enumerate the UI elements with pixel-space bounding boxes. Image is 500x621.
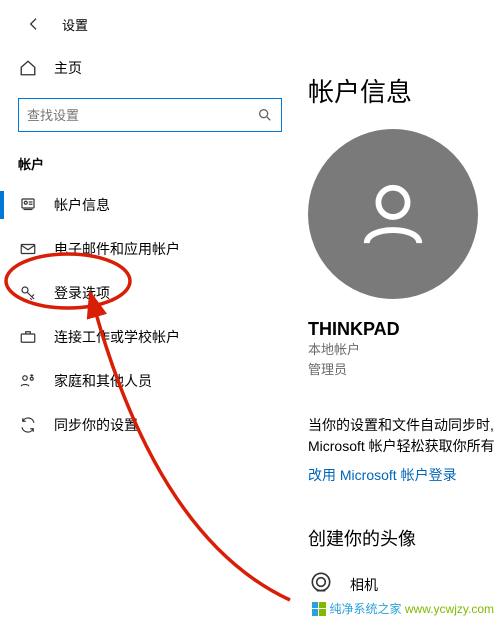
page-title: 帐户信息	[308, 72, 500, 109]
home-icon	[18, 59, 38, 77]
home-label: 主页	[54, 58, 82, 78]
sidebar: 主页 帐户 帐户信息电子邮件和应用帐户登录选项连接工作或学校帐户家庭和其他人员同…	[0, 48, 300, 600]
camera-label: 相机	[350, 575, 378, 595]
arrow-left-icon	[26, 16, 42, 32]
sidebar-item-label: 家庭和其他人员	[54, 371, 152, 391]
ms-signin-link[interactable]: 改用 Microsoft 帐户登录	[308, 465, 500, 485]
watermark: 纯净系统之家 www.ycwjzy.com	[312, 600, 494, 617]
account-info-icon	[18, 196, 38, 214]
sidebar-item-label: 帐户信息	[54, 195, 110, 215]
search-input[interactable]	[27, 108, 257, 123]
watermark-brand: 纯净系统之家 www.ycwjzy.com	[330, 600, 494, 617]
camera-icon	[308, 569, 334, 600]
watermark-logo-icon	[312, 602, 326, 616]
work-school-icon	[18, 328, 38, 346]
sidebar-item-email-accounts[interactable]: 电子邮件和应用帐户	[0, 227, 300, 271]
family-icon	[18, 372, 38, 390]
sidebar-item-signin-options[interactable]: 登录选项	[0, 271, 300, 315]
sidebar-item-label: 登录选项	[54, 283, 110, 303]
avatar-section-title: 创建你的头像	[308, 525, 500, 551]
search-box[interactable]	[18, 98, 282, 132]
sidebar-item-sync[interactable]: 同步你的设置	[0, 403, 300, 447]
settings-title: 设置	[62, 15, 88, 34]
sidebar-item-family[interactable]: 家庭和其他人员	[0, 359, 300, 403]
sidebar-item-label: 同步你的设置	[54, 415, 138, 435]
account-role: 管理员	[308, 360, 500, 380]
sidebar-item-label: 电子邮件和应用帐户	[54, 239, 180, 259]
email-accounts-icon	[18, 240, 38, 258]
content-pane: 帐户信息 THINKPAD 本地帐户 管理员 当你的设置和文件自动同步时, Mi…	[300, 48, 500, 600]
sidebar-item-label: 连接工作或学校帐户	[54, 327, 180, 347]
search-icon	[257, 107, 273, 123]
section-title: 帐户	[0, 140, 300, 183]
avatar	[308, 129, 478, 299]
home-nav[interactable]: 主页	[0, 48, 300, 88]
account-type: 本地帐户	[308, 340, 500, 360]
signin-options-icon	[18, 284, 38, 302]
back-button[interactable]	[18, 8, 50, 40]
sync-message: 当你的设置和文件自动同步时, Microsoft 帐户轻松获取你所有	[308, 415, 500, 457]
sidebar-item-account-info[interactable]: 帐户信息	[0, 183, 300, 227]
camera-option[interactable]: 相机	[308, 569, 500, 600]
sidebar-item-work-school[interactable]: 连接工作或学校帐户	[0, 315, 300, 359]
account-name: THINKPAD	[308, 319, 500, 340]
person-icon	[358, 179, 428, 249]
sync-icon	[18, 416, 38, 434]
